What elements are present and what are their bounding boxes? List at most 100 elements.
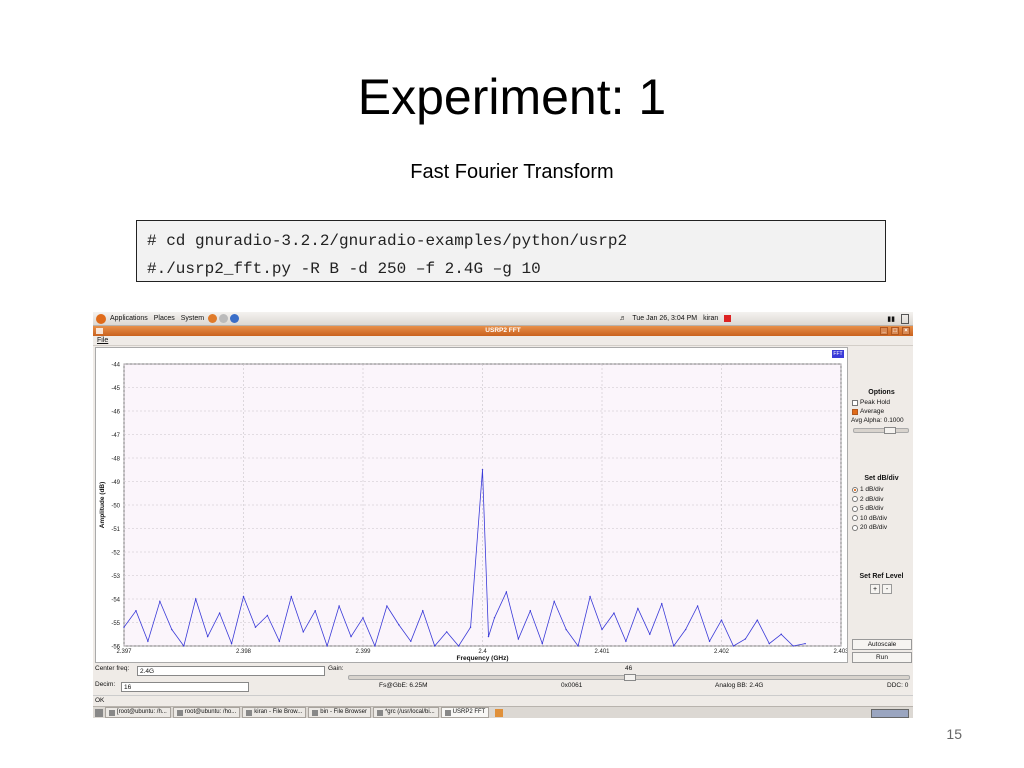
db-div-option[interactable]: 20 dB/div [852,524,887,531]
peak-hold-checkbox[interactable] [852,399,858,406]
y-tick-label: -47 [111,433,120,439]
user-name[interactable]: kiran [703,315,718,322]
db-div-radio[interactable] [852,486,858,493]
gnome-top-panel: Applications Places System ♬ Tue Jan 26,… [93,312,913,326]
window-menu-icon[interactable] [96,328,103,334]
taskbar-item[interactable]: [root@ubuntu: /h... [105,707,171,718]
ref-level-minus-button[interactable]: - [882,584,892,594]
taskbar-item-icon [176,709,183,716]
db-div-radio[interactable] [852,496,858,502]
logout-icon[interactable] [724,315,732,322]
data-point [374,645,376,647]
clock[interactable]: Tue Jan 26, 3:04 PM [632,315,697,322]
data-point [183,645,185,647]
places-menu[interactable]: Places [154,315,175,322]
x-axis-label: Frequency (GHz) [456,655,508,662]
data-point [625,640,627,642]
db-div-heading: Set dB/div [864,475,899,482]
peak-hold-option[interactable]: Peak Hold [852,399,890,406]
maximize-icon[interactable]: □ [891,327,899,335]
data-point [314,610,316,612]
code-box: # cd gnuradio-3.2.2/gnuradio-examples/py… [136,220,886,282]
mail-icon[interactable] [219,314,229,323]
applications-menu[interactable]: Applications [110,315,148,322]
db-div-radio[interactable] [852,515,858,521]
avg-alpha-slider[interactable] [853,427,909,434]
avg-alpha-label: Avg Alpha: 0.1000 [851,417,904,424]
help-icon[interactable] [230,314,240,323]
data-point [673,645,675,647]
avg-alpha-knob[interactable] [884,427,896,434]
data-point [744,638,747,640]
hex-readout: 0x0061 [561,682,583,689]
average-label: Average [860,408,885,415]
trash-icon[interactable] [495,708,504,717]
data-point [422,610,424,612]
x-tick-label: 2.397 [116,649,132,655]
analog-bb-readout: Analog BB: 2.4G [715,682,764,689]
center-freq-label: Center freq: [95,665,130,672]
fft-plot-panel: -44 -45 -46 -47 -48 -49 -50 -51 -52 -53 -54 -55 -56 2… [95,347,849,663]
slide-title: Experiment: 1 [357,69,667,125]
y-tick-label: -50 [111,504,120,510]
data-point [529,610,531,612]
ref-level-plus-button[interactable]: + [870,584,880,594]
taskbar-item-icon [109,709,115,716]
autoscale-button[interactable]: Autoscale [852,639,912,650]
taskbar-item[interactable]: *grc (/usr/local/bi... [372,707,439,718]
firefox-icon[interactable] [208,314,218,323]
taskbar-item[interactable]: USRP2 FFT [440,707,490,718]
data-point [577,645,579,647]
y-tick-label: -54 [111,598,120,604]
db-div-radio[interactable] [852,524,858,531]
show-desktop-icon[interactable] [95,708,103,717]
center-freq-input[interactable]: 2.4G [137,666,325,676]
data-point [445,631,448,633]
data-point [278,640,281,642]
close-icon[interactable]: × [902,327,910,335]
x-tick-label: 2.399 [355,649,371,655]
workspace-switcher[interactable] [871,709,909,718]
data-point [481,469,484,471]
db-div-option[interactable]: 1 dB/div [852,486,884,493]
gain-knob[interactable] [624,674,636,681]
db-div-option[interactable]: 2 dB/div [852,496,884,503]
data-point [398,624,400,626]
run-button[interactable]: Run [852,652,912,663]
average-option[interactable]: Average [852,408,884,415]
data-point [457,645,460,647]
ubuntu-logo-icon[interactable] [96,313,106,324]
taskbar-item-label: root@ubuntu: /ho... [184,709,237,715]
taskbar-item-icon [444,709,451,716]
y-tick-label: -44 [111,363,120,369]
db-div-radio[interactable] [852,505,858,512]
center-freq-row: Center freq: 2.4G Gain: 46 [93,665,913,681]
y-tick-label: -52 [111,551,120,557]
data-point [661,603,663,605]
system-menu[interactable]: System [181,315,204,322]
menu-file[interactable]: File [97,337,108,344]
window-titlebar[interactable]: USRP2 FFT _ □ × [93,326,913,336]
data-point [242,595,245,598]
y-axis-label: Amplitude (dB) [99,482,106,529]
window-list-icon[interactable] [901,313,909,324]
db-div-label: 1 dB/div [860,486,884,493]
data-point [649,633,651,635]
decim-row: Decim: 16 Fs@GbE: 6.25M 0x0061 Analog BB… [93,681,913,693]
gain-slider[interactable] [348,674,910,681]
ddc-readout: DDC: 0 [887,682,909,689]
data-point [792,645,794,647]
db-div-option[interactable]: 10 dB/div [852,515,887,522]
average-checkbox[interactable] [852,408,858,415]
volume-icon[interactable]: ♬ [619,315,626,322]
taskbar-item[interactable]: bin - File Browser [308,707,371,718]
decim-input[interactable]: 16 [121,682,249,692]
window-title: USRP2 FFT [485,327,521,334]
data-point [135,610,137,612]
minimize-icon[interactable]: _ [880,327,888,335]
network-icon[interactable]: ▮▮ [887,315,895,323]
taskbar-item[interactable]: root@ubuntu: /ho... [172,707,241,718]
db-div-option[interactable]: 5 dB/div [852,505,884,512]
taskbar-item[interactable]: kiran - File Brow... [242,707,307,718]
y-tick-label: -48 [111,457,120,463]
